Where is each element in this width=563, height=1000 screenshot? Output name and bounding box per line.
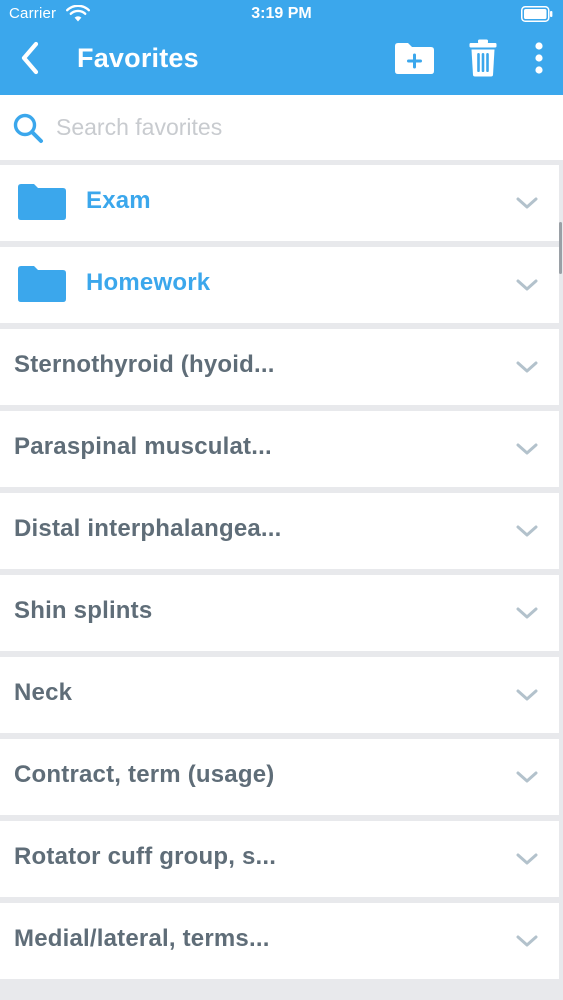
folder-icon	[18, 184, 66, 220]
delete-button[interactable]	[462, 36, 504, 80]
list-item-label: Rotator cuff group, s...	[14, 843, 277, 870]
chevron-down-icon[interactable]	[515, 769, 539, 785]
list-item[interactable]: Contract, term (usage)	[0, 739, 559, 815]
list-item[interactable]: Medial/lateral, terms...	[0, 903, 559, 979]
battery-icon	[521, 6, 553, 22]
status-bar: Carrier 3:19 PM	[0, 0, 563, 30]
chevron-down-icon[interactable]	[515, 277, 539, 293]
list-item[interactable]: Sternothyroid (hyoid...	[0, 329, 559, 405]
folder-row-exam[interactable]: Exam	[0, 165, 559, 241]
page-title: Favorites	[77, 43, 199, 73]
list-item-label: Medial/lateral, terms...	[14, 925, 270, 952]
chevron-down-icon[interactable]	[515, 441, 539, 457]
list-item[interactable]: Neck	[0, 657, 559, 733]
chevron-down-icon[interactable]	[515, 523, 539, 539]
chevron-left-icon	[21, 41, 39, 75]
chevron-down-icon[interactable]	[515, 195, 539, 211]
list-item[interactable]: Shin splints	[0, 575, 559, 651]
nav-bar: Favorites	[0, 30, 563, 95]
folder-label: Exam	[86, 187, 151, 214]
chevron-down-icon[interactable]	[515, 851, 539, 867]
search-bar	[0, 95, 563, 160]
header: Carrier 3:19 PM Favorites	[0, 0, 563, 95]
folder-plus-icon	[395, 43, 434, 74]
search-input[interactable]	[56, 110, 536, 144]
list-item[interactable]: Paraspinal musculat...	[0, 411, 559, 487]
list-item-label: Paraspinal musculat...	[14, 433, 272, 460]
list-item-label: Neck	[14, 679, 73, 706]
folder-row-homework[interactable]: Homework	[0, 247, 559, 323]
trash-icon	[469, 39, 497, 77]
chevron-down-icon[interactable]	[515, 605, 539, 621]
back-button[interactable]	[12, 38, 48, 78]
search-icon	[13, 113, 43, 143]
folder-icon	[18, 266, 66, 302]
scroll-indicator[interactable]	[559, 222, 562, 274]
status-time: 3:19 PM	[251, 5, 312, 22]
list-item-label: Shin splints	[14, 597, 153, 624]
more-vertical-icon	[535, 42, 543, 74]
list-item[interactable]: Distal interphalangea...	[0, 493, 559, 569]
folder-label: Homework	[86, 269, 211, 296]
chevron-down-icon[interactable]	[515, 359, 539, 375]
chevron-down-icon[interactable]	[515, 933, 539, 949]
list-item-label: Sternothyroid (hyoid...	[14, 351, 275, 378]
more-options-button[interactable]	[524, 36, 554, 80]
add-folder-button[interactable]	[392, 36, 436, 80]
favorites-list: Exam Homework Sternothyroid (hyoid... Pa…	[0, 165, 559, 985]
list-item-label: Contract, term (usage)	[14, 761, 275, 788]
list-item[interactable]: Rotator cuff group, s...	[0, 821, 559, 897]
list-item-label: Distal interphalangea...	[14, 515, 282, 542]
chevron-down-icon[interactable]	[515, 687, 539, 703]
